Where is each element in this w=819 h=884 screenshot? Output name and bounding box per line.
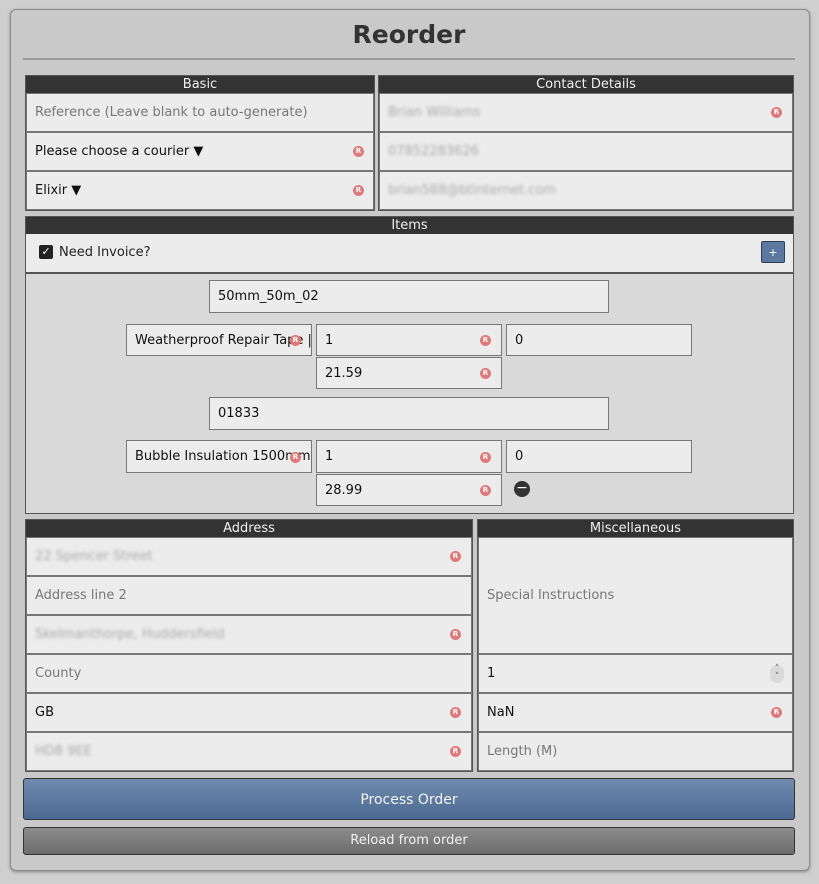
required-icon: R	[450, 629, 461, 640]
contact-header: Contact Details	[379, 76, 793, 93]
item-qty: 1	[325, 332, 334, 348]
quantity-stepper[interactable]: 1 ˄ ˅	[478, 654, 793, 693]
item-sku: 01833	[218, 406, 260, 421]
special-instructions-placeholder: Special Instructions	[487, 588, 615, 603]
required-icon: R	[771, 107, 782, 118]
brand-value: Elixir ▼	[35, 183, 82, 198]
county-input[interactable]: County	[26, 654, 472, 693]
misc-section: Miscellaneous Special Instructions 1 ˄ ˅ …	[477, 519, 794, 772]
country-input[interactable]: GB R	[26, 693, 472, 732]
length-input[interactable]: Length (M)	[478, 732, 793, 771]
required-icon: R	[480, 485, 491, 496]
spinner-icon[interactable]: ˄ ˅	[770, 665, 784, 683]
required-icon: R	[290, 452, 301, 463]
address-line2-placeholder: Address line 2	[35, 588, 127, 603]
reference-placeholder: Reference (Leave blank to auto-generate)	[35, 105, 308, 120]
required-icon: R	[480, 335, 491, 346]
reload-order-button[interactable]: Reload from order	[23, 827, 795, 855]
item-name-input[interactable]: Weatherproof Repair Tape | R	[126, 324, 312, 356]
required-icon: R	[480, 452, 491, 463]
name-value: Brian Williams	[388, 105, 481, 120]
email-value: brian588@btinternet.com	[388, 183, 556, 198]
basic-header: Basic	[26, 76, 374, 93]
nan-input[interactable]: NaN R	[478, 693, 793, 732]
items-section: Items ✓ Need Invoice? + 50mm_50m_02 Weat…	[25, 216, 794, 514]
phone-input[interactable]: 07852283626	[379, 132, 793, 171]
reference-input[interactable]: Reference (Leave blank to auto-generate)	[26, 93, 374, 132]
items-header: Items	[26, 217, 793, 234]
name-input[interactable]: Brian Williams R	[379, 93, 793, 132]
courier-value: Please choose a courier ▼	[35, 144, 204, 159]
item-qty-input[interactable]: 1 R	[316, 324, 502, 356]
postcode-value: HD8 9EE	[35, 744, 92, 759]
address-header: Address	[26, 520, 472, 537]
special-instructions-textarea[interactable]: Special Instructions	[478, 537, 793, 654]
county-placeholder: County	[35, 666, 82, 681]
item-extra: 0	[515, 332, 524, 348]
item-price-input[interactable]: 28.99 R	[316, 474, 502, 506]
required-icon: R	[290, 335, 301, 346]
item-price: 28.99	[325, 482, 363, 498]
item-qty-input[interactable]: 1 R	[316, 440, 502, 473]
length-placeholder: Length (M)	[487, 744, 558, 759]
item-price: 21.59	[325, 365, 363, 381]
courier-select[interactable]: Please choose a courier ▼ R	[26, 132, 374, 171]
item-sku-input[interactable]: 50mm_50m_02	[209, 280, 609, 313]
town-input[interactable]: Skelmanthorpe, Huddersfield R	[26, 615, 472, 654]
required-icon: R	[480, 368, 491, 379]
town-value: Skelmanthorpe, Huddersfield	[35, 627, 225, 642]
country-value: GB	[35, 705, 54, 720]
item-sku: 50mm_50m_02	[218, 289, 319, 304]
required-icon: R	[450, 746, 461, 757]
basic-section: Basic Reference (Leave blank to auto-gen…	[25, 75, 375, 211]
add-item-button[interactable]: +	[761, 241, 785, 263]
brand-select[interactable]: Elixir ▼ R	[26, 171, 374, 210]
process-order-button[interactable]: Process Order	[23, 778, 795, 820]
invoice-row: ✓ Need Invoice? +	[26, 234, 793, 274]
address-line1: 22 Spencer Street	[35, 549, 153, 564]
page-title: Reorder	[23, 20, 795, 60]
postcode-input[interactable]: HD8 9EE R	[26, 732, 472, 771]
address-line1-input[interactable]: 22 Spencer Street R	[26, 537, 472, 576]
required-icon: R	[771, 707, 782, 718]
address-section: Address 22 Spencer Street R Address line…	[25, 519, 473, 772]
quantity-value: 1	[487, 666, 496, 681]
misc-header: Miscellaneous	[478, 520, 793, 537]
address-line2-input[interactable]: Address line 2	[26, 576, 472, 615]
invoice-label: Need Invoice?	[59, 245, 151, 260]
reorder-panel: Reorder Basic Reference (Leave blank to …	[10, 9, 810, 871]
item-sku-input[interactable]: 01833	[209, 397, 609, 430]
nan-value: NaN	[487, 705, 515, 720]
item-price-input[interactable]: 21.59 R	[316, 357, 502, 389]
item-qty: 1	[325, 449, 334, 464]
remove-item-icon[interactable]: −	[514, 481, 530, 497]
item-extra-input[interactable]: 0	[506, 440, 692, 473]
item-name: Bubble Insulation 1500mm /	[135, 449, 312, 464]
required-icon: R	[353, 185, 364, 196]
item-extra-input[interactable]: 0	[506, 324, 692, 356]
item-name: Weatherproof Repair Tape |	[135, 332, 312, 348]
contact-section: Contact Details Brian Williams R 0785228…	[378, 75, 794, 211]
item-name-input[interactable]: Bubble Insulation 1500mm / R	[126, 440, 312, 473]
required-icon: R	[450, 551, 461, 562]
item-extra: 0	[515, 449, 524, 464]
required-icon: R	[450, 707, 461, 718]
email-input[interactable]: brian588@btinternet.com	[379, 171, 793, 210]
phone-value: 07852283626	[388, 144, 479, 159]
invoice-checkbox[interactable]: ✓	[39, 245, 53, 259]
required-icon: R	[353, 146, 364, 157]
